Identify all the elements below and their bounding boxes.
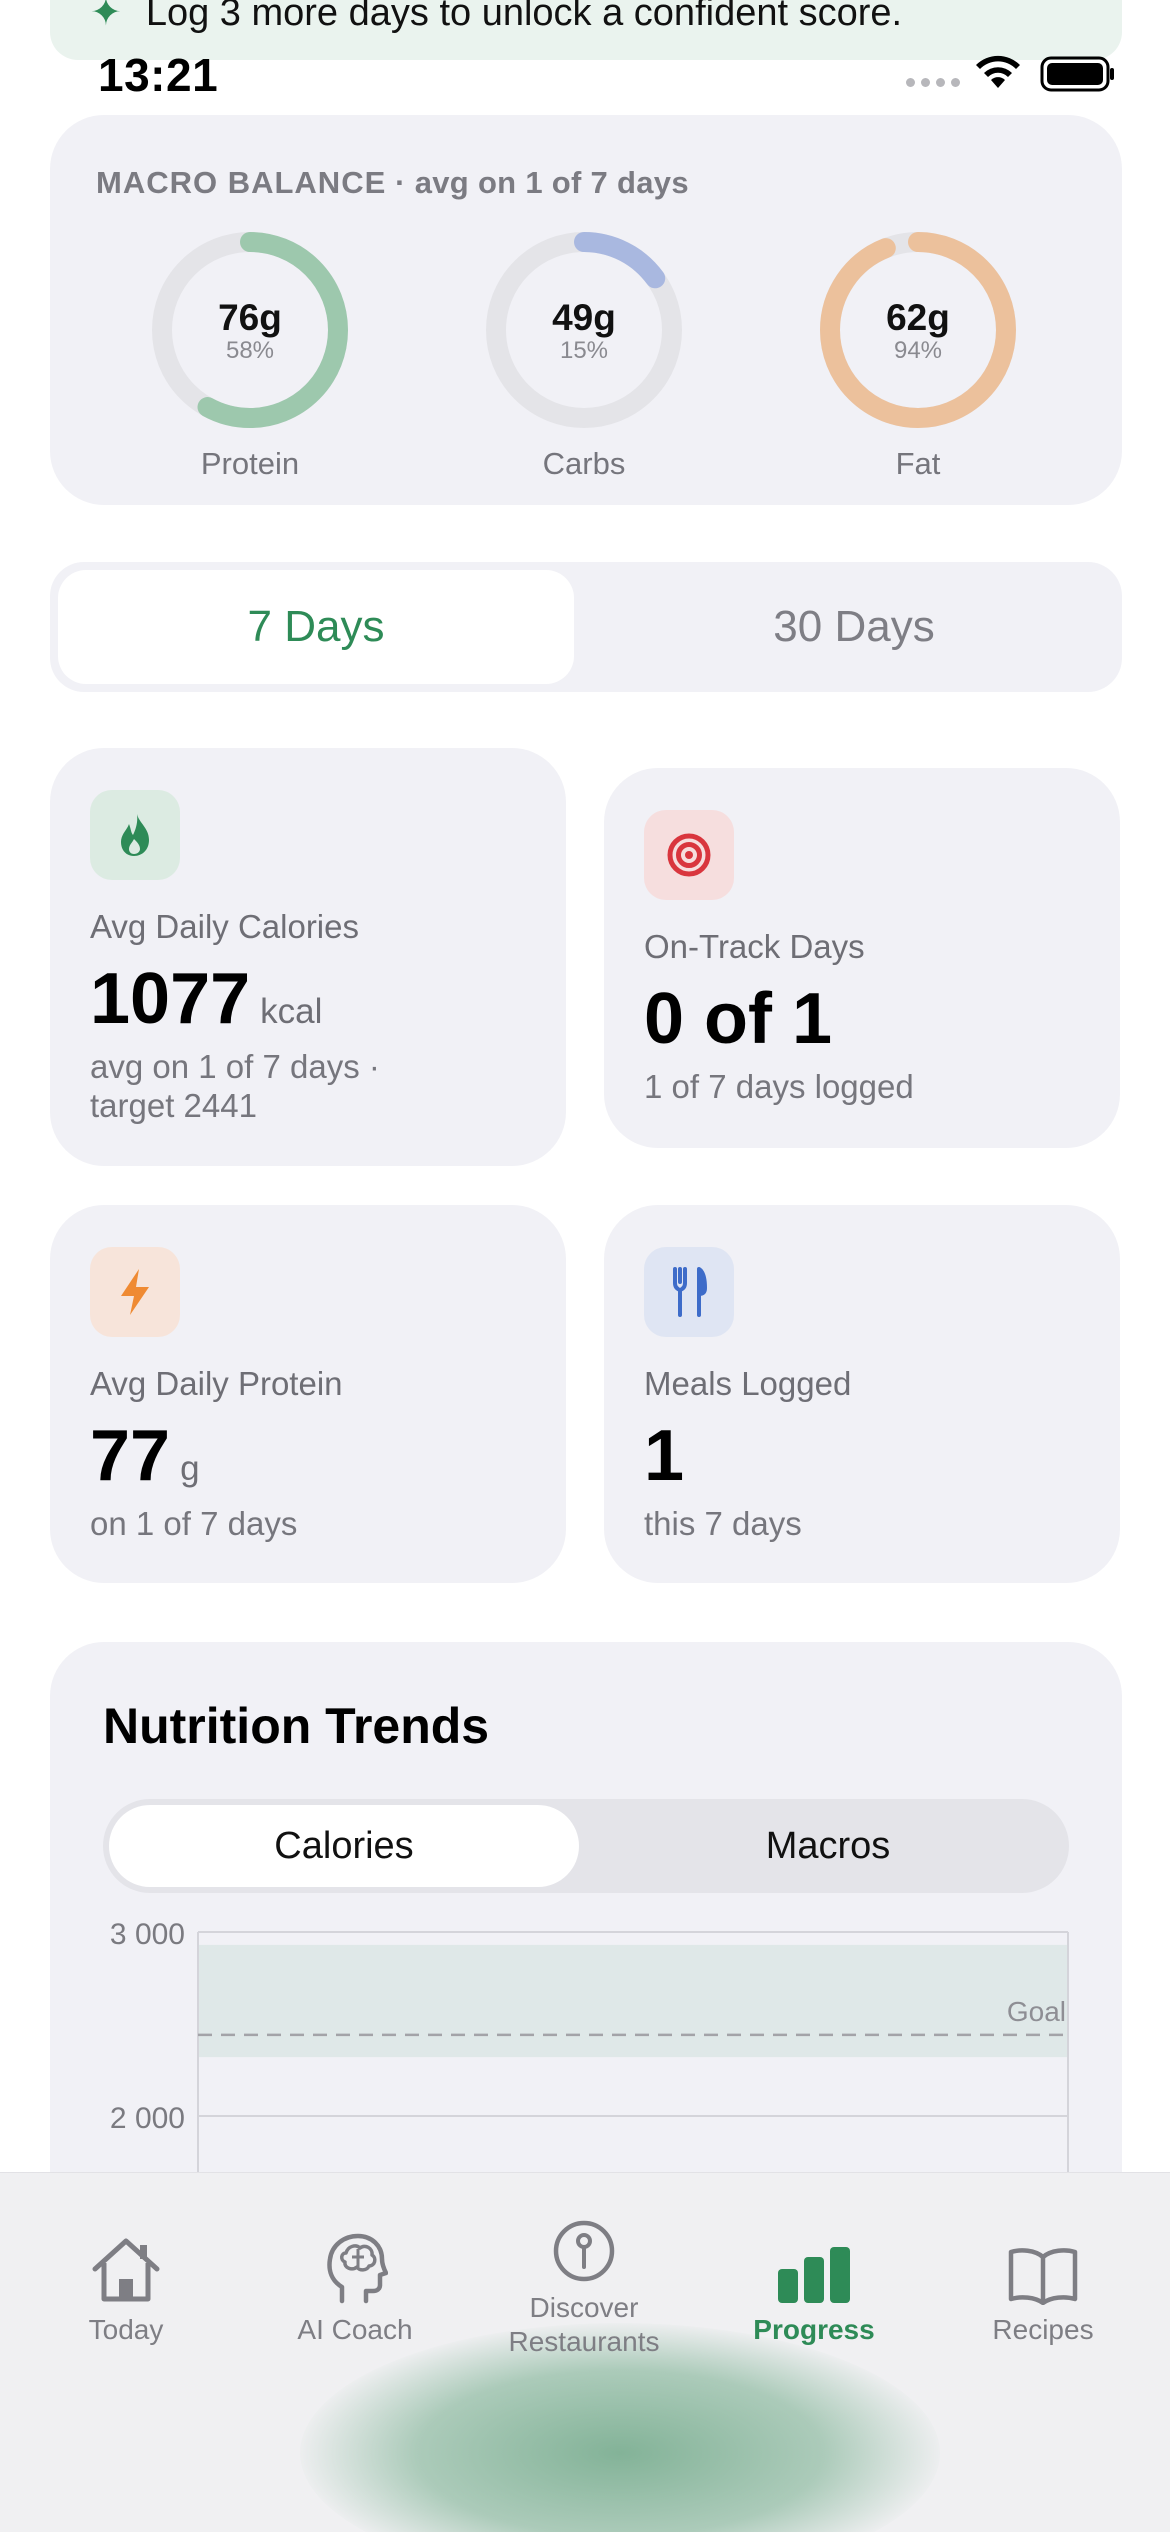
avg-protein-unit: g: [180, 1449, 200, 1488]
fat-percent: 94%: [893, 337, 943, 365]
macro-title-text: MACRO BALANCE: [96, 165, 387, 200]
avg-calories-subtext: avg on 1 of 7 days · target 2441: [90, 1048, 380, 1126]
avg-protein-value: 77 g: [90, 1415, 200, 1497]
target-icon: [644, 810, 734, 900]
status-time: 13:21: [98, 49, 219, 101]
banner-text: Log 3 more days to unlock a confident sc…: [145, 0, 903, 34]
utensils-icon: [644, 1247, 734, 1337]
meals-logged-value: 1: [644, 1415, 684, 1497]
range-30-days-option[interactable]: 30 Days: [596, 570, 1112, 684]
y-tick-label-3000: 3 000: [110, 1918, 185, 1951]
tab-ai-coach[interactable]: AI Coach: [240, 2223, 470, 2347]
tab-discover-label-line2: Restaurants: [508, 2325, 660, 2357]
tab-progress[interactable]: Progress: [699, 2223, 929, 2347]
house-icon: [92, 2238, 160, 2302]
goal-label: Goal: [1007, 1996, 1066, 2027]
meals-logged-label: Meals Logged: [644, 1365, 852, 1402]
fat-ring: 62g 94% Fat: [808, 220, 1028, 482]
carbs-label: Carbs: [542, 446, 626, 481]
tab-discover-restaurants[interactable]: Discover Restaurants: [469, 2201, 699, 2358]
avg-protein-card: Avg Daily Protein 77 g on 1 of 7 days: [50, 1205, 566, 1583]
tab-recipes[interactable]: Recipes: [928, 2223, 1158, 2347]
tab-progress-label: Progress: [753, 2314, 875, 2345]
fat-label: Fat: [895, 446, 941, 481]
protein-percent: 58%: [225, 337, 275, 365]
meals-logged-card: Meals Logged 1 this 7 days: [604, 1205, 1120, 1583]
meals-logged-number: 1: [644, 1416, 685, 1496]
status-bar: 13:21: [0, 38, 1170, 108]
on-track-number: 0 of 1: [644, 979, 833, 1059]
book-icon: [1008, 2248, 1078, 2305]
cellular-signal-icon: [906, 78, 960, 87]
avg-protein-number: 77: [90, 1416, 171, 1496]
flame-icon: [90, 790, 180, 880]
on-track-value: 0 of 1: [644, 978, 832, 1060]
protein-label: Protein: [200, 446, 300, 481]
protein-grams: 76g: [218, 297, 282, 339]
avg-calories-unit: kcal: [260, 992, 323, 1031]
tab-ai-coach-label: AI Coach: [297, 2314, 413, 2345]
tab-discover-label-line1: Discover: [529, 2292, 639, 2323]
avg-protein-subtext: on 1 of 7 days: [90, 1505, 298, 1542]
on-track-subtext: 1 of 7 days logged: [644, 1068, 914, 1105]
avg-calories-sub-line1: avg on 1 of 7 days ·: [90, 1048, 380, 1085]
tab-bar: Today AI Coach Discover Restaurants Prog…: [0, 2172, 1170, 2532]
sparkle-icon: ✦: [90, 0, 122, 34]
avg-calories-sub-line2: target 2441: [90, 1086, 257, 1124]
lightning-icon: [90, 1247, 180, 1337]
on-track-days-card: On-Track Days 0 of 1 1 of 7 days logged: [604, 768, 1120, 1148]
avg-protein-label: Avg Daily Protein: [90, 1365, 343, 1402]
tab-discover-label: Discover Restaurants: [469, 2291, 699, 2358]
map-pin-icon: [553, 2220, 615, 2282]
avg-calories-number: 1077: [90, 959, 251, 1039]
range-7-days-option[interactable]: 7 Days: [58, 570, 574, 684]
macro-subtitle-text: · avg on 1 of 7 days: [386, 165, 689, 200]
macro-balance-title: MACRO BALANCE · avg on 1 of 7 days: [96, 165, 689, 201]
goal-band: [198, 1944, 1068, 2058]
carbs-percent: 15%: [559, 337, 609, 365]
wifi-icon: [976, 55, 1020, 88]
tab-recipes-label: Recipes: [992, 2314, 1094, 2345]
battery-icon: [1040, 56, 1114, 92]
macro-balance-card: MACRO BALANCE · avg on 1 of 7 days 76g 5…: [50, 115, 1122, 505]
range-segmented-control: 7 Days 30 Days: [50, 562, 1122, 692]
protein-ring: 76g 58% Protein: [140, 220, 360, 482]
avg-calories-label: Avg Daily Calories: [90, 908, 359, 945]
carbs-grams: 49g: [552, 297, 616, 339]
y-tick-label-2000: 2 000: [110, 2102, 185, 2135]
bar-chart-icon: [778, 2247, 850, 2303]
brain-head-icon: [327, 2233, 388, 2304]
meals-logged-subtext: this 7 days: [644, 1505, 802, 1542]
tab-today[interactable]: Today: [11, 2223, 241, 2347]
avg-calories-value: 1077 kcal: [90, 958, 322, 1040]
tab-today-label: Today: [88, 2314, 164, 2345]
carbs-ring: 49g 15% Carbs: [474, 220, 694, 482]
avg-calories-card: Avg Daily Calories 1077 kcal avg on 1 of …: [50, 748, 566, 1166]
fat-grams: 62g: [886, 297, 950, 339]
on-track-label: On-Track Days: [644, 928, 865, 965]
